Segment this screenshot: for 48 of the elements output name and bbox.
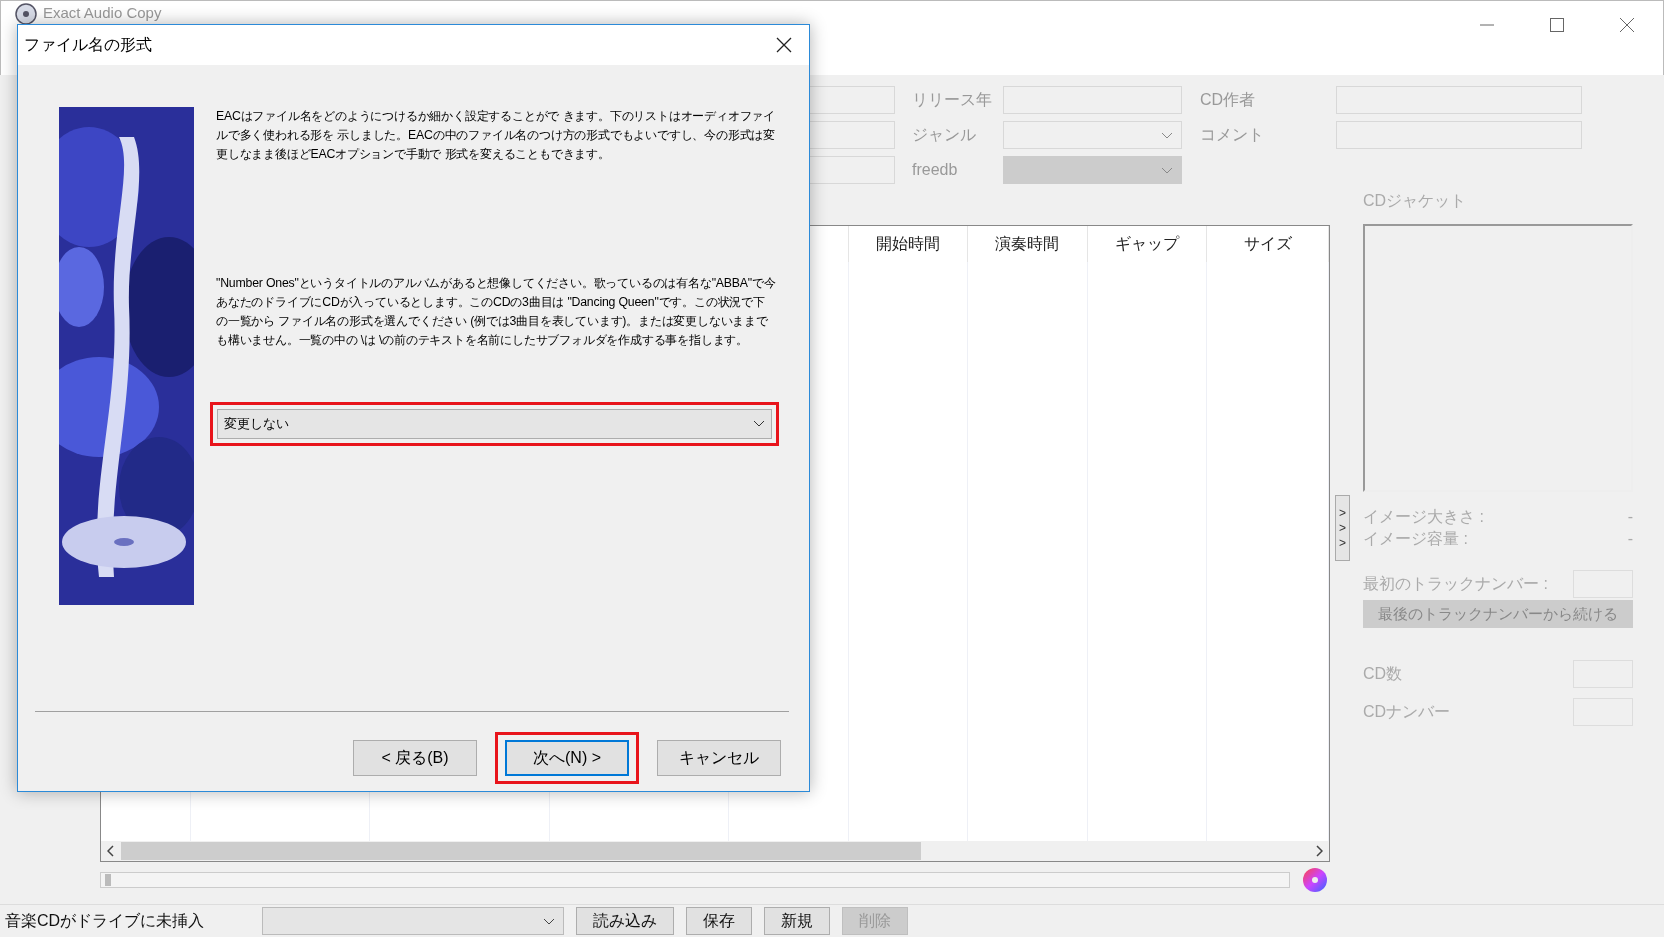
slider-thumb[interactable] <box>105 874 111 886</box>
column-header[interactable]: ギャップ <box>1115 233 1180 255</box>
panel-title: CDジャケット <box>1363 191 1468 211</box>
field-label: 最初のトラックナンバー : <box>1363 573 1548 594</box>
dialog-button[interactable]: キャンセル <box>657 740 781 776</box>
toolbar-button[interactable]: 保存 <box>686 907 752 935</box>
info-value: - <box>1627 507 1633 527</box>
status-message: 音楽CDがドライブに未挿入 <box>5 910 206 931</box>
chevron-icon <box>543 918 555 926</box>
column-header[interactable]: 演奏時間 <box>995 233 1060 255</box>
toolbar-button[interactable]: 新規 <box>764 907 830 935</box>
dialog-button[interactable]: 次へ(N) > <box>505 740 629 776</box>
text-field[interactable] <box>1336 121 1582 149</box>
info-value: - <box>1627 529 1633 549</box>
instruction-text: EACはファイル名をどのようにつけるか細かく設定することがで きます。下のリストはオーディオファイルで多く使われる形を 示しました。EACの中のファイル名のつけ方の形式でもよいですし、今の形式は変更しなまま後ほどEACオプションで手動で 形式を変えることもできます。 <box>216 108 776 163</box>
disc-icon <box>1302 867 1328 893</box>
scroll-left-icon[interactable] <box>107 845 115 857</box>
chevron-icon <box>753 420 765 428</box>
dialog-title: ファイル名の形式 <box>24 34 152 55</box>
horizontal-scrollbar[interactable] <box>101 841 1329 861</box>
close-icon[interactable] <box>776 37 792 53</box>
example-text: "Number Ones"というタイトルのアルバムがあると想像してください。歌っているのは有名な"ABBA"で今あなたのドライブにCDが入っているとします。このCDの3曲目は "Dancing Queen"です。この状況で下の一覧から ファイル名の形式を選んでください (例では3曲目を表しています)。または変更しないままでも構いません。一覧の中の \は \の前のテキストを名前にしたサブフォルダを作成する事を指します。 <box>216 275 776 349</box>
app-icon <box>15 3 37 25</box>
column-header[interactable]: サイズ <box>1243 233 1292 255</box>
format-dropdown[interactable]: 変更しない <box>217 409 772 439</box>
position-slider[interactable] <box>100 872 1290 888</box>
field-label: CDナンバー <box>1363 701 1451 722</box>
field-label: CD作者 <box>1199 89 1257 110</box>
field-label: リリース年 <box>911 89 993 110</box>
chevron-icon <box>1161 167 1173 175</box>
field-label: freedb <box>911 161 959 179</box>
toolbar-button[interactable]: 読み込み <box>576 907 674 935</box>
text-field[interactable] <box>1003 86 1182 114</box>
info-label: イメージ容量 : <box>1363 529 1468 549</box>
column-header[interactable]: 開始時間 <box>875 233 940 255</box>
field-label: CD数 <box>1363 663 1403 684</box>
text-field[interactable] <box>1336 86 1582 114</box>
field-label: コメント <box>1199 124 1265 145</box>
field-label: ジャンル <box>911 124 977 145</box>
scroll-right-icon[interactable] <box>1315 845 1323 857</box>
expand-button[interactable]: > > > <box>1335 495 1350 561</box>
dialog-button[interactable]: < 戻る(B) <box>353 740 477 776</box>
maximize-icon[interactable] <box>1549 17 1565 33</box>
window-title: Exact Audio Copy <box>43 4 162 22</box>
info-label: イメージ大きさ : <box>1363 507 1484 527</box>
dropdown[interactable] <box>1003 121 1182 149</box>
dropdown[interactable] <box>262 907 564 935</box>
chevron-icon <box>1161 132 1173 140</box>
